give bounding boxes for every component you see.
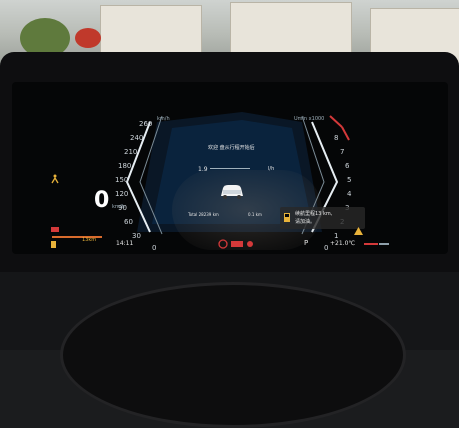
status-indicator-bar bbox=[364, 243, 389, 245]
trip-consumption-value: 1.9 bbox=[198, 166, 208, 173]
rpm-tick: 1 bbox=[334, 232, 339, 240]
speed-tick: 60 bbox=[124, 218, 133, 226]
speed-tick: 150 bbox=[115, 176, 129, 184]
speed-tick: 210 bbox=[124, 148, 138, 156]
fuel-range: 13km bbox=[82, 237, 97, 243]
car-icon bbox=[221, 185, 243, 199]
speed-tick: 260 bbox=[139, 120, 153, 128]
gear-indicator: P bbox=[304, 239, 309, 247]
battery-warning-icon bbox=[51, 227, 59, 232]
warning-triangle-icon bbox=[354, 227, 363, 235]
fuel-icon bbox=[51, 241, 56, 248]
range-warning-line1: 续航里程13 km, bbox=[295, 211, 333, 217]
background-flowers bbox=[75, 28, 101, 48]
rpm-tick: 4 bbox=[347, 190, 352, 198]
trip-distance: 0.1 km bbox=[248, 212, 262, 217]
rpm-tick: 8 bbox=[334, 134, 339, 142]
current-speed-unit: km/h bbox=[112, 204, 125, 210]
current-speed: 0 bbox=[94, 188, 110, 213]
trip-consumption-unit: l/h bbox=[268, 166, 275, 172]
speed-tick: 180 bbox=[118, 162, 132, 170]
steering-wheel bbox=[60, 282, 406, 428]
speed-tick: 0 bbox=[152, 244, 157, 252]
speed-tick: 240 bbox=[130, 134, 144, 142]
rpm-unit-label: Umin x1000 bbox=[294, 116, 325, 122]
rpm-tick: 0 bbox=[324, 244, 329, 252]
seatbelt-icon bbox=[51, 174, 59, 184]
speed-tick: 120 bbox=[115, 190, 129, 198]
range-warning-box: 续航里程13 km, 请加油。 bbox=[280, 207, 365, 229]
range-warning-line2: 请加油。 bbox=[295, 219, 316, 225]
speed-unit-label: km/h bbox=[157, 116, 170, 122]
rpm-tick: 7 bbox=[340, 148, 345, 156]
outside-temperature: +21.0℃ bbox=[330, 240, 356, 247]
brake-warning-icons bbox=[218, 239, 253, 249]
info-message-title: 欢迎 盘从行程开始后 bbox=[208, 145, 255, 151]
total-mileage: Total 28239 km bbox=[188, 212, 219, 217]
fuel-pump-icon bbox=[284, 213, 290, 222]
clock-time: 14:11 bbox=[116, 240, 134, 247]
rpm-tick: 5 bbox=[347, 176, 352, 184]
rpm-tick: 6 bbox=[345, 162, 350, 170]
instrument-cluster-screen: 260 240 210 180 150 120 90 60 30 0 km/h … bbox=[12, 82, 448, 254]
speed-tick: 30 bbox=[132, 232, 141, 240]
